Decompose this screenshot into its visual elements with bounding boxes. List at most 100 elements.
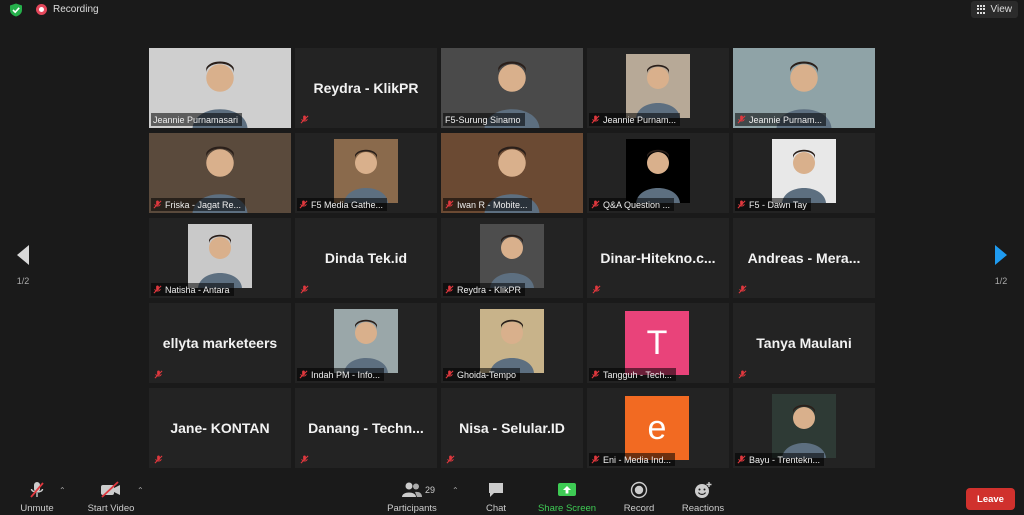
previous-page-button[interactable]: 1/2 — [8, 244, 38, 286]
participant-video — [480, 224, 544, 288]
participant-name: Dinar-Hitekno.c... — [600, 250, 716, 266]
recording-indicator[interactable]: Recording — [36, 4, 99, 15]
participant-tile[interactable]: Dinda Tek.id — [295, 218, 437, 298]
participant-tile[interactable]: Friska - Jagat Re... — [149, 133, 291, 213]
participant-tile[interactable]: Indah PM - Info... — [295, 303, 437, 383]
participant-name: Tanya Maulani — [756, 335, 852, 351]
page-indicator-right: 1/2 — [994, 276, 1008, 286]
muted-microphone-icon — [154, 370, 163, 379]
participant-tile[interactable]: Q&A Question ... — [587, 133, 729, 213]
record-button[interactable]: Record — [622, 481, 656, 514]
participant-label: Iwan R - Mobite... — [443, 198, 532, 211]
start-video-button[interactable]: Start Video — [84, 481, 138, 514]
participant-label: Jeannie Purnam... — [735, 113, 827, 126]
reactions-button[interactable]: Reactions — [680, 481, 726, 514]
participant-video — [626, 139, 690, 203]
participant-name: Iwan R - Mobite... — [457, 199, 528, 210]
participant-label: Jeannie Purnamasari — [151, 113, 243, 126]
participant-label: Eni - Media Ind... — [589, 453, 676, 466]
unmute-label: Unmute — [20, 503, 54, 514]
participants-options-caret-icon[interactable]: ⌃ — [452, 486, 459, 495]
participant-tile[interactable]: Nisa - Selular.ID — [441, 388, 583, 468]
participant-tile[interactable]: Jeannie Purnam... — [733, 48, 875, 128]
share-screen-icon — [558, 483, 576, 496]
chat-button[interactable]: Chat — [483, 481, 509, 514]
participant-video — [772, 139, 836, 203]
participant-name: F5 - Dawn Tay — [749, 199, 807, 210]
participant-tile[interactable]: Andreas - Mera... — [733, 218, 875, 298]
participant-name: ellyta marketeers — [162, 335, 278, 351]
participant-tile[interactable]: Natisha - Antara — [149, 218, 291, 298]
audio-options-caret-icon[interactable]: ⌃ — [59, 486, 66, 495]
participant-tile[interactable]: Reydra - KlikPR — [295, 48, 437, 128]
participant-tile[interactable]: Jane- KONTAN — [149, 388, 291, 468]
participant-tile[interactable]: Reydra - KlikPR — [441, 218, 583, 298]
participant-name: Nisa - Selular.ID — [459, 420, 565, 436]
participant-name: Andreas - Mera... — [747, 250, 861, 266]
participant-tile[interactable]: Bayu - Trentekn... — [733, 388, 875, 468]
participant-tile[interactable]: F5 - Dawn Tay — [733, 133, 875, 213]
participant-name: F5-Surung Sinamo — [445, 114, 521, 125]
participant-name: Dinda Tek.id — [324, 250, 408, 266]
record-label: Record — [623, 503, 655, 514]
recording-label: Recording — [53, 4, 99, 15]
participant-name: Jane- KONTAN — [170, 420, 270, 436]
participant-tile[interactable]: Danang - Techn... — [295, 388, 437, 468]
muted-microphone-icon — [153, 285, 162, 294]
participant-tile[interactable]: T Tangguh - Tech... — [587, 303, 729, 383]
participant-name: Jeannie Purnamasari — [153, 114, 239, 125]
muted-microphone-icon — [446, 455, 455, 464]
video-options-caret-icon[interactable]: ⌃ — [137, 486, 144, 495]
reactions-smiley-icon — [695, 482, 712, 498]
muted-microphone-icon — [591, 455, 600, 464]
muted-microphone-icon — [738, 370, 747, 379]
participant-tile[interactable]: Jeannie Purnam... — [587, 48, 729, 128]
participant-tile[interactable]: Ghoida-Tempo — [441, 303, 583, 383]
participant-label: Natisha - Antara — [151, 283, 234, 296]
share-screen-button[interactable]: Share Screen — [536, 481, 598, 514]
muted-microphone-icon — [737, 455, 746, 464]
muted-microphone-icon — [445, 370, 454, 379]
unmute-button[interactable]: Unmute — [18, 481, 56, 514]
record-icon — [630, 481, 648, 499]
participant-tile[interactable]: F5-Surung Sinamo — [441, 48, 583, 128]
muted-microphone-icon — [737, 115, 746, 124]
participant-tile[interactable]: Tanya Maulani — [733, 303, 875, 383]
participant-video — [772, 394, 836, 458]
participant-tile[interactable]: Dinar-Hitekno.c... — [587, 218, 729, 298]
muted-microphone-icon — [592, 285, 601, 294]
participant-label: Friska - Jagat Re... — [151, 198, 246, 211]
participant-tile[interactable]: F5 Media Gathe... — [295, 133, 437, 213]
muted-microphone-icon — [299, 200, 308, 209]
participant-name: Danang - Techn... — [308, 420, 424, 436]
muted-microphone-icon — [591, 370, 600, 379]
participant-tile[interactable]: ellyta marketeers — [149, 303, 291, 383]
participant-label: F5 - Dawn Tay — [735, 198, 811, 211]
participant-label: Ghoida-Tempo — [443, 368, 521, 381]
participant-tile[interactable]: Iwan R - Mobite... — [441, 133, 583, 213]
participant-name: Indah PM - Info... — [311, 369, 381, 380]
participant-name: Bayu - Trentekn... — [749, 454, 821, 465]
participant-name: Jeannie Purnam... — [603, 114, 677, 125]
participant-label: Bayu - Trentekn... — [735, 453, 825, 466]
participant-label: Reydra - KlikPR — [443, 283, 526, 296]
grid-view-icon — [976, 5, 986, 14]
top-bar: Recording View — [0, 0, 1024, 20]
participant-name: F5 Media Gathe... — [311, 199, 384, 210]
participant-tile[interactable]: Jeannie Purnamasari — [149, 48, 291, 128]
participant-name: Tangguh - Tech... — [603, 369, 672, 380]
muted-microphone-icon — [591, 200, 600, 209]
participants-count: 29 — [425, 485, 436, 495]
view-button[interactable]: View — [970, 1, 1018, 18]
leave-button[interactable]: Leave — [966, 488, 1015, 510]
share-screen-label: Share Screen — [537, 503, 597, 514]
encryption-shield-icon[interactable] — [9, 3, 23, 17]
chat-label: Chat — [485, 503, 507, 514]
participant-label: F5-Surung Sinamo — [443, 113, 525, 126]
start-video-label: Start Video — [87, 503, 135, 514]
participant-tile[interactable]: e Eni - Media Ind... — [587, 388, 729, 468]
muted-microphone-icon — [738, 285, 747, 294]
participant-name: Reydra - KlikPR — [313, 80, 419, 96]
next-page-button[interactable]: 1/2 — [986, 244, 1016, 286]
participant-name: Natisha - Antara — [165, 284, 230, 295]
